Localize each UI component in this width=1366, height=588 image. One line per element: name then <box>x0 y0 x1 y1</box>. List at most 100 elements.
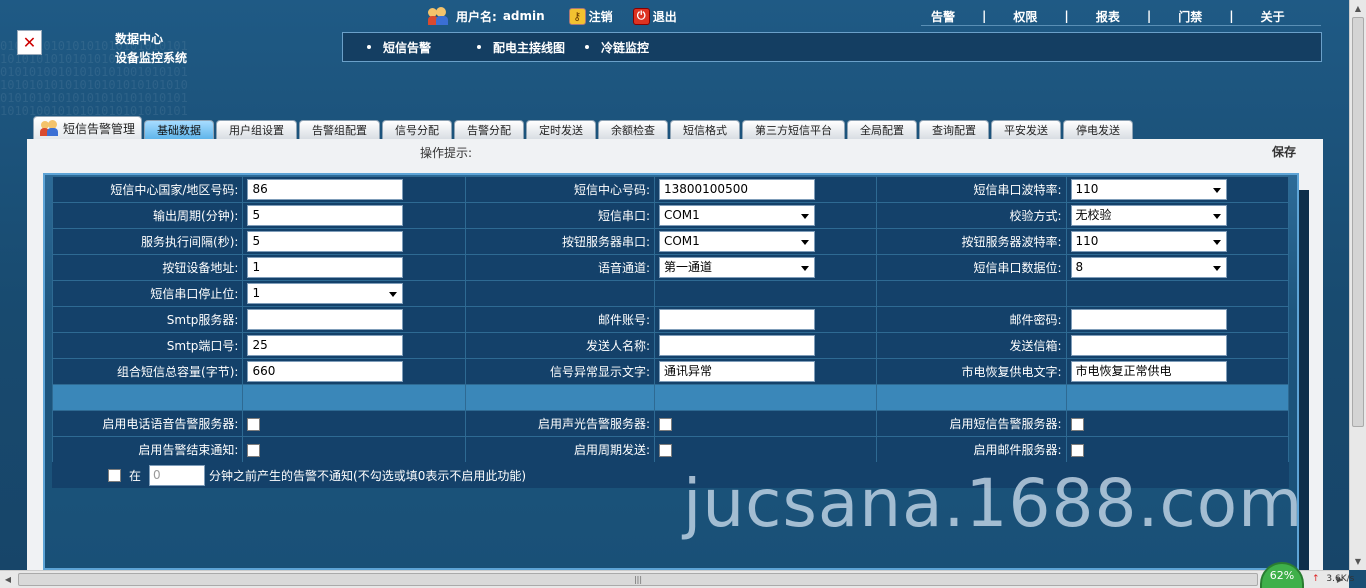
separator-cell <box>653 384 878 411</box>
field-cell: 8 <box>1065 254 1289 281</box>
text-field[interactable] <box>1070 335 1227 356</box>
field-label <box>876 280 1067 307</box>
tab-query-config[interactable]: 查询配置 <box>919 120 990 139</box>
sub-menu-cold-chain[interactable]: 冷链监控 <box>585 39 649 56</box>
tab-sms-format[interactable]: 短信格式 <box>670 120 741 139</box>
top-nav-separator: | <box>1064 9 1069 23</box>
top-nav-report[interactable]: 报表 <box>1096 8 1120 25</box>
select-field[interactable]: 110 <box>1070 179 1227 200</box>
top-nav-alarm[interactable]: 告警 <box>931 8 955 25</box>
tab-third-party-platform[interactable]: 第三方短信平台 <box>742 120 846 139</box>
checkbox[interactable] <box>658 443 672 457</box>
settings-form: 短信中心国家/地区号码: 86 短信中心号码: 13800100500 短信串口波特率:… <box>51 176 1289 463</box>
text-field[interactable] <box>658 335 815 356</box>
field-label: 短信串口停止位: <box>51 280 244 307</box>
form-row: 短信中心国家/地区号码: 86 短信中心号码: 13800100500 短信串口波特率:… <box>51 176 1289 203</box>
text-field[interactable]: 5 <box>247 231 404 252</box>
field-cell: 5 <box>242 202 466 229</box>
tab-user-group-settings[interactable]: 用户组设置 <box>216 120 298 139</box>
bullet-icon <box>477 45 482 49</box>
vertical-scrollbar[interactable]: ▲ ▼ <box>1349 0 1366 570</box>
select-field[interactable]: 第一通道 <box>658 257 815 278</box>
scroll-left-icon[interactable]: ◀ <box>0 571 16 588</box>
checkbox[interactable] <box>1070 417 1084 431</box>
top-nav-about[interactable]: 关于 <box>1261 8 1285 25</box>
text-field[interactable]: 5 <box>247 205 404 226</box>
checkbox-cell <box>653 410 878 437</box>
text-field[interactable] <box>658 309 815 330</box>
field-cell <box>242 306 466 333</box>
field-label: 短信串口波特率: <box>876 176 1067 203</box>
separator-cell <box>876 384 1067 411</box>
field-label: 组合短信总容量(字节): <box>51 358 244 385</box>
tab-scheduled-send[interactable]: 定时发送 <box>526 120 597 139</box>
text-field[interactable]: 86 <box>247 179 404 200</box>
checkbox-cell <box>242 436 466 463</box>
text-field[interactable]: 市电恢复正常供电 <box>1070 361 1227 382</box>
scroll-up-icon[interactable]: ▲ <box>1350 0 1366 16</box>
username-label: 用户名: <box>456 9 497 24</box>
checkbox-label: 启用告警结束通知: <box>51 436 244 463</box>
tab-basic-data[interactable]: 基础数据 <box>144 120 215 139</box>
logo-icon[interactable]: ✕ <box>17 30 42 55</box>
field-cell: 110 <box>1065 176 1289 203</box>
select-field[interactable]: COM1 <box>658 205 815 226</box>
field-label: Smtp端口号: <box>51 332 244 359</box>
logout-button[interactable]: ⚷ 注销 <box>568 7 613 25</box>
scroll-down-icon[interactable]: ▼ <box>1350 553 1366 569</box>
alarm-suppress-minutes-input[interactable]: 0 <box>149 464 206 486</box>
text-field[interactable]: 1 <box>247 257 404 278</box>
field-label: 按钮服务器波特率: <box>876 228 1067 255</box>
field-label: 输出周期(分钟): <box>51 202 244 229</box>
checkbox[interactable] <box>247 443 261 457</box>
text-field[interactable]: 通讯异常 <box>658 361 815 382</box>
sub-menu-sms-alarm[interactable]: 短信告警 <box>367 39 431 56</box>
form-separator-row <box>51 384 1289 411</box>
text-field[interactable] <box>247 309 404 330</box>
exit-button[interactable]: ⏻ 退出 <box>632 7 677 25</box>
select-field[interactable]: COM1 <box>658 231 815 252</box>
horizontal-scroll-thumb[interactable]: ||| <box>18 573 1258 586</box>
text-field[interactable]: 25 <box>247 335 404 356</box>
field-label: 校验方式: <box>876 202 1067 229</box>
horizontal-scrollbar[interactable]: ◀ ||| ▶ <box>0 570 1349 588</box>
tab-balance-check[interactable]: 余额检查 <box>598 120 669 139</box>
network-speed-value: 3.6K/s <box>1326 574 1355 584</box>
checkbox-cell <box>1065 436 1289 463</box>
tab-alarm-allocation[interactable]: 告警分配 <box>454 120 525 139</box>
checkbox[interactable] <box>658 417 672 431</box>
tab-signal-allocation[interactable]: 信号分配 <box>382 120 453 139</box>
alarm-suppress-checkbox[interactable] <box>108 468 121 482</box>
power-icon: ⏻ <box>632 7 650 25</box>
text-field[interactable] <box>1070 309 1227 330</box>
sub-menu-wiring-diagram[interactable]: 配电主接线图 <box>477 39 565 56</box>
field-cell: 13800100500 <box>653 176 878 203</box>
field-cell <box>653 280 878 307</box>
tab-sms-alarm-management[interactable]: 短信告警管理 <box>33 116 143 139</box>
field-label: 邮件密码: <box>876 306 1067 333</box>
top-nav-permission[interactable]: 权限 <box>1013 8 1037 25</box>
field-label: 短信串口: <box>464 202 655 229</box>
users-icon <box>428 7 450 25</box>
checkbox[interactable] <box>247 417 261 431</box>
field-label: 信号异常显示文字: <box>464 358 655 385</box>
vertical-scroll-thumb[interactable] <box>1352 17 1364 427</box>
tab-alarm-group-config[interactable]: 告警组配置 <box>299 120 381 139</box>
tab-power-outage-send[interactable]: 停电发送 <box>1063 120 1134 139</box>
select-field[interactable]: 110 <box>1070 231 1227 252</box>
checkbox-label: 启用电话语音告警服务器: <box>51 410 244 437</box>
separator-cell <box>51 384 244 411</box>
field-cell: 第一通道 <box>653 254 878 281</box>
save-button[interactable]: 保存 <box>1272 143 1296 160</box>
text-field[interactable]: 13800100500 <box>658 179 815 200</box>
field-label: 短信中心国家/地区号码: <box>51 176 244 203</box>
text-field[interactable]: 660 <box>247 361 404 382</box>
alarm-suppress-prefix: 在 <box>129 468 142 483</box>
select-field[interactable]: 1 <box>247 283 404 304</box>
select-field[interactable]: 8 <box>1070 257 1227 278</box>
top-nav-access-control[interactable]: 门禁 <box>1178 8 1202 25</box>
checkbox[interactable] <box>1070 443 1084 457</box>
tab-global-config[interactable]: 全局配置 <box>847 120 918 139</box>
select-field[interactable]: 无校验 <box>1070 205 1227 226</box>
tab-safe-send[interactable]: 平安发送 <box>991 120 1062 139</box>
